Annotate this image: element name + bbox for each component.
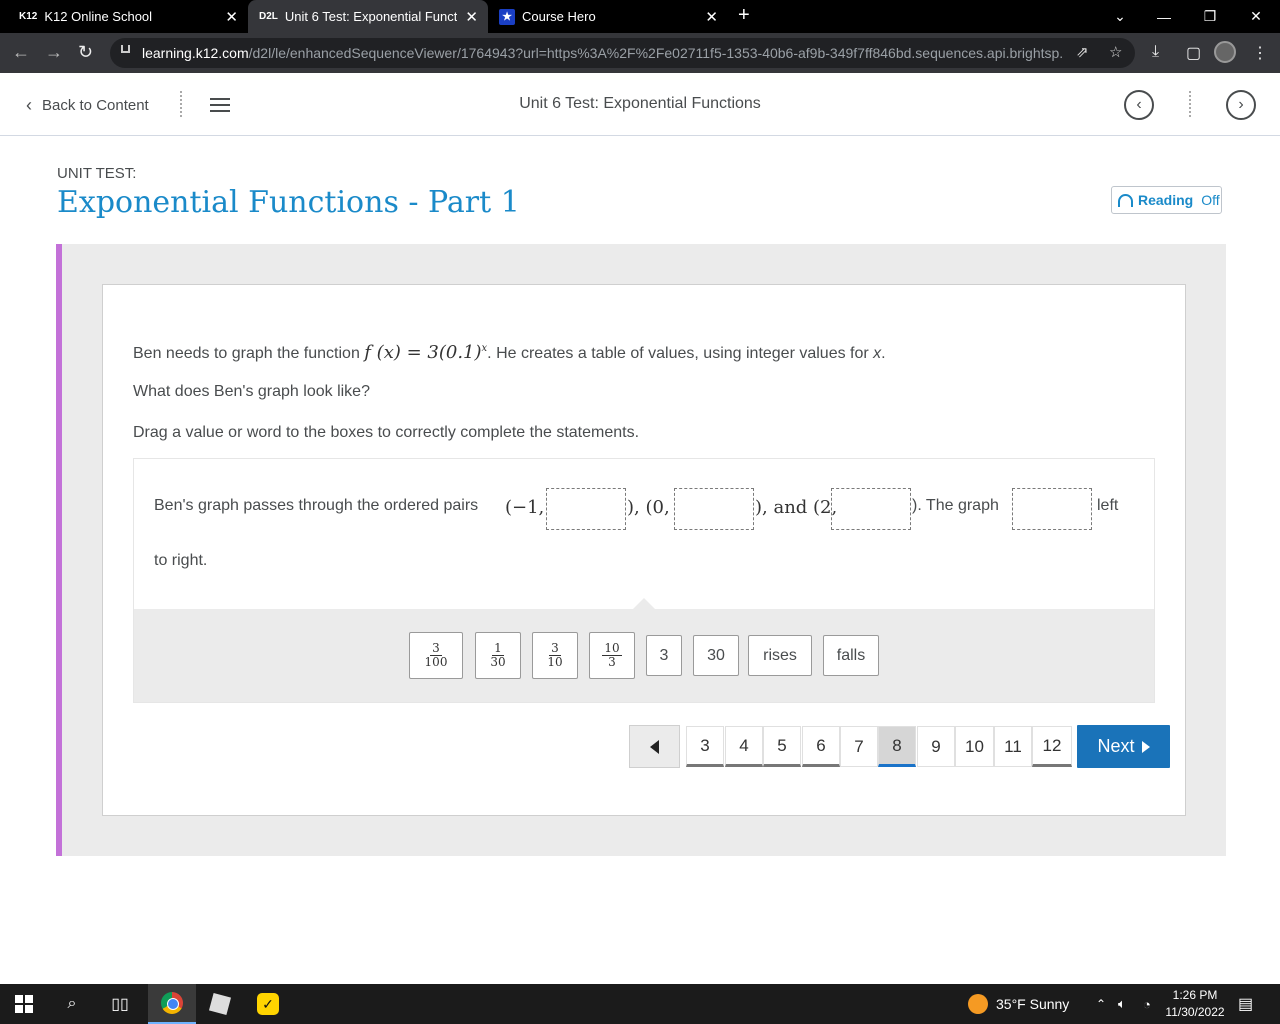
previous-question-button[interactable] bbox=[629, 725, 680, 768]
clock-date: 11/30/2022 bbox=[1165, 1005, 1225, 1019]
page-title: Exponential Functions - Part 1 bbox=[57, 185, 520, 220]
k12-favicon: K12 bbox=[19, 11, 38, 22]
reading-toggle-button[interactable]: Reading Off bbox=[1111, 186, 1222, 214]
back-arrow-icon[interactable]: ← bbox=[12, 42, 30, 63]
weather-widget[interactable]: 35°F Sunny bbox=[968, 984, 1069, 1024]
new-tab-plus-icon[interactable]: + bbox=[738, 4, 750, 27]
function-expression: f (x) = 3(0.1)x bbox=[364, 342, 488, 363]
drop-box-3[interactable] bbox=[831, 488, 911, 530]
page-button-5[interactable]: 5 bbox=[763, 726, 801, 767]
instructions: Drag a value or word to the boxes to cor… bbox=[133, 424, 640, 441]
drop-box-4[interactable] bbox=[1012, 488, 1092, 530]
close-icon[interactable]: ✕ bbox=[705, 8, 718, 26]
url-text[interactable]: learning.k12.com/d2l/le/enhancedSequence… bbox=[142, 45, 1062, 61]
next-topic-icon[interactable]: › bbox=[1226, 90, 1256, 120]
chrome-taskbar-icon[interactable] bbox=[148, 984, 196, 1024]
tray-pointer bbox=[633, 598, 655, 609]
search-icon[interactable]: ⌕ bbox=[48, 984, 96, 1024]
page-button-6[interactable]: 6 bbox=[802, 726, 840, 767]
windows-start-icon[interactable] bbox=[0, 984, 48, 1024]
tab-search-chevron-icon[interactable]: ⌄ bbox=[1098, 0, 1142, 33]
sidepanel-icon[interactable]: ▢ bbox=[1186, 43, 1201, 63]
pair-1-label: (−1, bbox=[505, 497, 545, 518]
restore-icon[interactable]: ❐ bbox=[1188, 0, 1232, 33]
answer-tile-10-3[interactable]: 10 3 bbox=[589, 632, 635, 679]
question-line-2: What does Ben's graph look like? bbox=[133, 383, 370, 400]
reading-state: Off bbox=[1201, 192, 1220, 208]
pair-3-label: ), and (2, bbox=[755, 497, 838, 518]
clock-time: 1:26 PM bbox=[1172, 988, 1218, 1002]
forward-arrow-icon[interactable]: → bbox=[45, 42, 63, 63]
page-button-7[interactable]: 7 bbox=[840, 726, 878, 767]
network-icon[interactable]: ◔ bbox=[1143, 984, 1151, 1024]
drop-box-1[interactable] bbox=[546, 488, 626, 530]
close-icon[interactable]: ✕ bbox=[465, 8, 478, 26]
tab-course-hero[interactable]: ★ Course Hero ✕ bbox=[488, 0, 728, 33]
answer-tile-30[interactable]: 30 bbox=[693, 635, 739, 676]
question-prompt: Ben needs to graph the function f (x) = … bbox=[133, 342, 886, 363]
menu-kebab-icon[interactable]: ⋮ bbox=[1252, 43, 1268, 63]
pair-2-label: ), (0, bbox=[627, 497, 670, 518]
volume-icon[interactable]: 🔈︎ bbox=[1118, 984, 1126, 1024]
tab-title: Course Hero bbox=[522, 9, 596, 24]
show-hidden-icons-chevron-icon[interactable]: ⌃ bbox=[1096, 984, 1106, 1024]
address-bar[interactable]: learning.k12.com/d2l/le/enhancedSequence… bbox=[110, 38, 1135, 68]
notifications-icon[interactable]: ▤ bbox=[1238, 984, 1253, 1024]
triangle-right-icon bbox=[1141, 740, 1150, 753]
graph-label: ). The graph bbox=[912, 497, 999, 514]
browser-tab-strip: K12 K12 Online School ✕ D2L Unit 6 Test:… bbox=[0, 0, 1280, 33]
answer-tile-1-30[interactable]: 1 30 bbox=[475, 632, 521, 679]
answer-tile-falls[interactable]: falls bbox=[823, 635, 879, 676]
profile-avatar[interactable] bbox=[1214, 41, 1236, 63]
download-icon[interactable]: ⤓ bbox=[1152, 43, 1159, 61]
drop-box-2[interactable] bbox=[674, 488, 754, 530]
norton-taskbar-icon[interactable]: ✓ bbox=[244, 984, 292, 1024]
previous-topic-icon[interactable]: ‹ bbox=[1124, 90, 1154, 120]
bookmark-star-icon[interactable]: ☆ bbox=[1109, 43, 1122, 61]
star-favicon: ★ bbox=[499, 8, 515, 25]
next-label: Next bbox=[1097, 736, 1135, 756]
share-icon[interactable]: ⇗ bbox=[1076, 43, 1089, 61]
page-button-10[interactable]: 10 bbox=[955, 726, 994, 767]
lock-icon bbox=[121, 45, 130, 53]
divider bbox=[1189, 91, 1193, 117]
reload-icon[interactable]: ↻ bbox=[78, 42, 93, 63]
page-button-12[interactable]: 12 bbox=[1032, 726, 1072, 767]
page-button-3[interactable]: 3 bbox=[686, 726, 724, 767]
close-icon[interactable]: ✕ bbox=[225, 8, 238, 26]
statement-continuation: to right. bbox=[154, 552, 208, 569]
tab-unit-test[interactable]: D2L Unit 6 Test: Exponential Functions ✕ bbox=[248, 0, 488, 33]
tab-k12[interactable]: K12 K12 Online School ✕ bbox=[0, 0, 248, 33]
roblox-taskbar-icon[interactable] bbox=[196, 984, 244, 1024]
page-button-4[interactable]: 4 bbox=[725, 726, 763, 767]
answer-tile-rises[interactable]: rises bbox=[748, 635, 812, 676]
tab-title: Unit 6 Test: Exponential Functions bbox=[284, 9, 457, 24]
sequence-header: ‹ Back to Content Unit 6 Test: Exponenti… bbox=[0, 73, 1280, 136]
sun-icon bbox=[968, 994, 988, 1014]
answer-tile-3-100[interactable]: 3 100 bbox=[409, 632, 463, 679]
task-view-icon[interactable]: ▯▯ bbox=[96, 984, 144, 1024]
statement-text: Ben's graph passes through the ordered p… bbox=[154, 497, 479, 514]
page-button-9[interactable]: 9 bbox=[917, 726, 955, 767]
d2l-favicon: D2L bbox=[259, 11, 278, 22]
tab-title: K12 Online School bbox=[44, 9, 153, 24]
triangle-left-icon bbox=[650, 739, 659, 754]
left-label: left bbox=[1097, 497, 1119, 514]
answer-tray bbox=[134, 609, 1154, 702]
headphones-icon bbox=[1118, 193, 1133, 207]
reading-label: Reading bbox=[1138, 192, 1194, 208]
system-clock[interactable]: 1:26 PM 11/30/2022 bbox=[1162, 987, 1228, 1021]
next-button[interactable]: Next bbox=[1077, 725, 1170, 768]
answer-tile-3[interactable]: 3 bbox=[646, 635, 682, 676]
sequence-title: Unit 6 Test: Exponential Functions bbox=[519, 95, 761, 112]
window-close-icon[interactable]: ✕ bbox=[1234, 0, 1278, 33]
page-button-8[interactable]: 8 bbox=[878, 726, 916, 767]
minimize-icon[interactable]: — bbox=[1142, 0, 1186, 33]
unit-test-label: UNIT TEST: bbox=[57, 165, 137, 182]
weather-text: 35°F Sunny bbox=[996, 996, 1070, 1012]
answer-tile-3-10[interactable]: 3 10 bbox=[532, 632, 578, 679]
browser-toolbar: ← → ↻ learning.k12.com/d2l/le/enhancedSe… bbox=[0, 33, 1280, 73]
page-button-11[interactable]: 11 bbox=[994, 726, 1032, 767]
taskbar: ⌕ ▯▯ ✓ 35°F Sunny ⌃ 🔈︎ ◔ 1:26 PM 11/30/2… bbox=[0, 984, 1280, 1024]
